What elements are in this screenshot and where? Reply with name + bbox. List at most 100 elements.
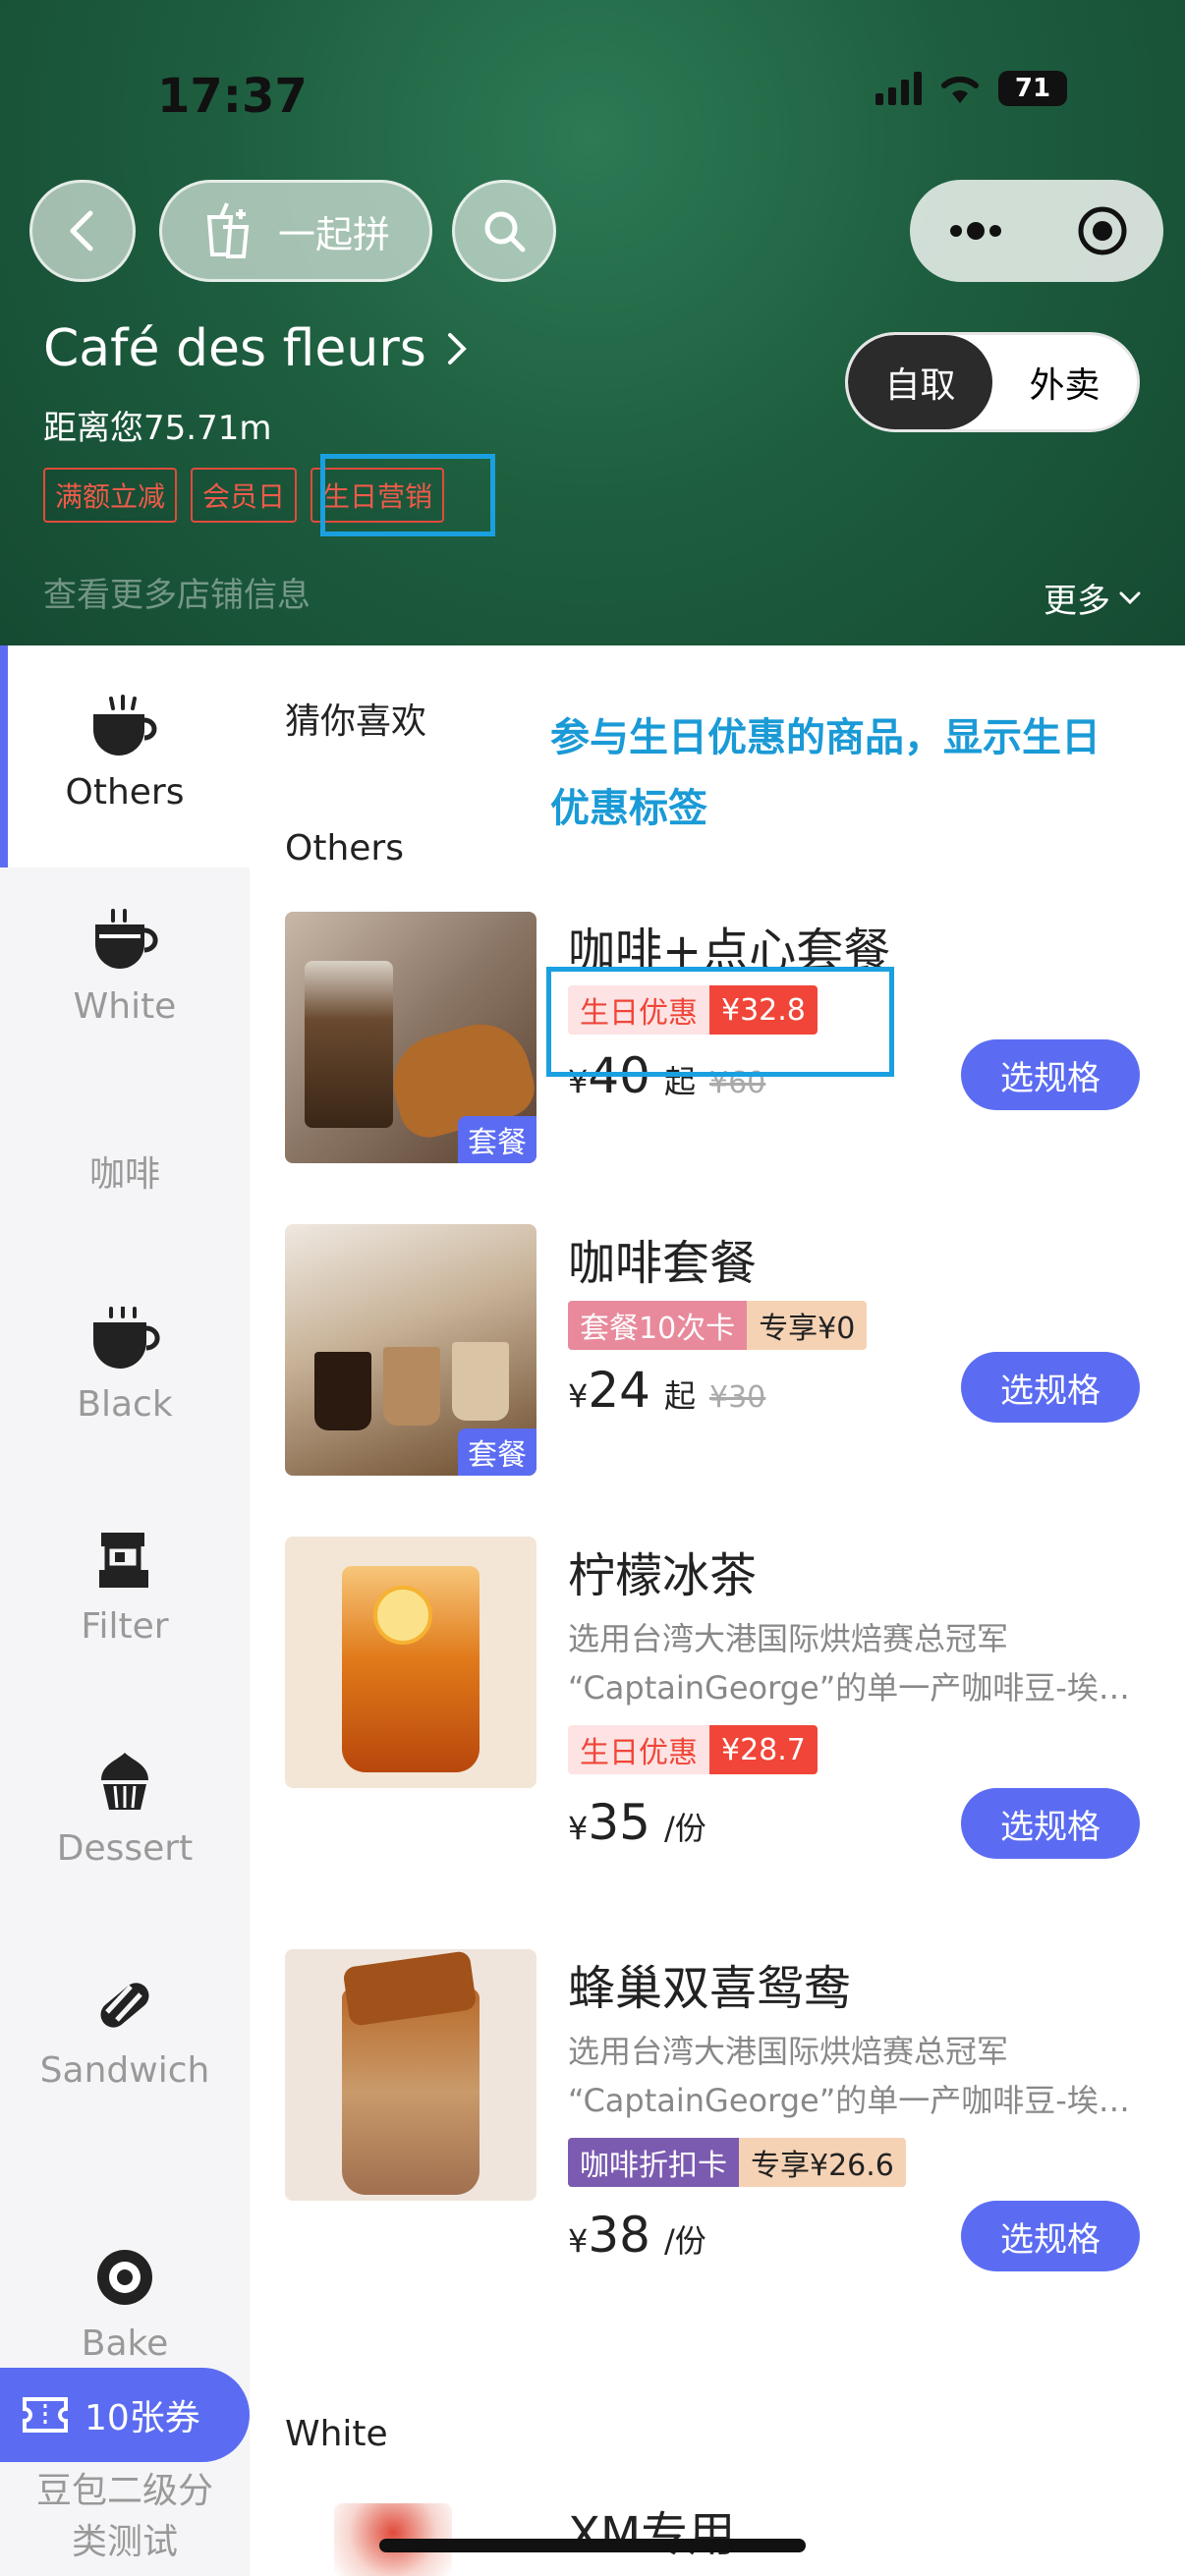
sidebar-item-label: Filter (81, 1606, 169, 1647)
original-price: ¥30 (709, 1380, 766, 1415)
promo-tag: 满额立减 (43, 468, 178, 523)
product-price: ¥ 35 /份 (568, 1794, 706, 1851)
product-price: ¥ 38 /份 (568, 2207, 706, 2264)
chevron-left-icon (70, 210, 93, 252)
ticket-icon (23, 2397, 68, 2433)
product-image[interactable]: 套餐 (285, 1224, 536, 1476)
sidebar-item-coffee[interactable]: 咖啡 (0, 1149, 250, 1201)
coupon-label: 10张券 (85, 2398, 200, 2438)
section-title-others: Others (285, 828, 404, 868)
latte-cup-icon (95, 909, 158, 969)
price-unit: /份 (663, 2222, 706, 2260)
price-currency: ¥ (568, 2222, 589, 2260)
store-name[interactable]: Café des fleurs (43, 319, 468, 378)
pickup-delivery-toggle[interactable]: 自取 外卖 (845, 332, 1140, 432)
coffee-cup-icon (93, 695, 157, 756)
back-button[interactable] (29, 180, 136, 282)
product-description: 选用台湾大港国际烘焙赛总冠军 (568, 2033, 1009, 2070)
product-description: “CaptainGeorge”的单一产咖啡豆-埃塞俄比亚 (568, 1669, 1148, 1707)
sidebar-item-label: 豆包二级分类测试 (36, 2471, 214, 2562)
sidebar-item-black[interactable]: Black (0, 1307, 250, 1430)
wifi-icon (941, 76, 979, 103)
sandwich-icon (100, 1983, 149, 2028)
select-spec-button[interactable]: 选规格 (961, 1352, 1140, 1423)
donut-icon (97, 2250, 152, 2305)
promo-tag: 会员日 (191, 468, 298, 523)
home-indicator (379, 2539, 806, 2552)
badge-label: 咖啡折扣卡 (568, 2138, 739, 2187)
product-image[interactable]: 套餐 (285, 912, 536, 1163)
filter-coffee-icon (99, 1533, 148, 1588)
store-name-text: Café des fleurs (43, 319, 426, 378)
select-spec-button[interactable]: 选规格 (961, 1039, 1140, 1110)
sidebar-item-filter[interactable]: Filter (0, 1529, 250, 1652)
product-description: “CaptainGeorge”的单一产咖啡豆-埃塞俄比亚 (568, 2082, 1148, 2119)
birthday-tag-highlight (320, 454, 495, 536)
miniapp-capsule (910, 180, 1163, 282)
product-title: XM专用 (568, 2507, 736, 2562)
sidebar-item-dessert[interactable]: Dessert (0, 1751, 250, 1875)
card-discount-badge: 咖啡折扣卡 专享¥26.6 (568, 2138, 906, 2187)
product-image-badge: 套餐 (458, 1116, 536, 1163)
pickup-option[interactable]: 自取 (848, 335, 992, 429)
sidebar-item-label: Dessert (56, 1828, 194, 1869)
battery-icon: 71 (998, 71, 1067, 106)
store-header: 17:37 71 一起拼 Café des fleurs 距离您75.71m 满… (0, 0, 1185, 645)
badge-price: ¥28.7 (709, 1725, 818, 1774)
select-spec-button[interactable]: 选规格 (961, 1788, 1140, 1859)
sidebar-item-label: Others (65, 772, 185, 812)
signal-icon (875, 72, 922, 105)
price-currency: ¥ (568, 1377, 589, 1415)
birthday-badge-highlight (546, 967, 894, 1077)
product-title: 蜂巢双喜鸳鸯 (568, 1961, 852, 2016)
product-image[interactable] (285, 1949, 536, 2201)
group-order-button[interactable]: 一起拼 (159, 180, 432, 282)
coupon-button[interactable]: 10张券 (0, 2368, 250, 2462)
sidebar-item-bake[interactable]: Bake (0, 2246, 250, 2370)
group-order-label: 一起拼 (277, 212, 390, 256)
search-icon (484, 211, 526, 252)
annotation-note: 参与生日优惠的商品，显示生日优惠标签 (550, 715, 1100, 831)
product-price: ¥ 24 起 ¥30 (568, 1362, 765, 1419)
sidebar-item-others[interactable]: Others (0, 645, 250, 868)
drinks-icon (206, 202, 250, 258)
price-unit: /份 (663, 1810, 706, 1847)
badge-price: 专享¥26.6 (739, 2138, 906, 2187)
more-label: 更多 (1044, 582, 1110, 621)
cupcake-icon (101, 1753, 148, 1810)
close-target-icon[interactable] (1077, 205, 1128, 256)
delivery-option[interactable]: 外卖 (992, 335, 1137, 429)
card-discount-badge: 套餐10次卡 专享¥0 (568, 1301, 868, 1350)
price-unit: 起 (663, 1377, 696, 1415)
price-currency: ¥ (568, 1810, 589, 1847)
product-image[interactable] (285, 1537, 536, 1788)
status-icons: 71 (875, 71, 1067, 106)
product-title: 柠檬冰茶 (568, 1548, 758, 1603)
sidebar-item-label: Bake (81, 2324, 169, 2364)
chevron-right-icon (447, 333, 467, 364)
sidebar-item-white[interactable]: White (0, 909, 250, 1033)
price-value: 24 (588, 1362, 650, 1419)
price-value: 35 (588, 1794, 650, 1851)
store-distance: 距离您75.71m (43, 409, 272, 448)
sidebar-item-label: Sandwich (39, 2050, 210, 2091)
more-store-info-link[interactable]: 查看更多店铺信息 (43, 568, 310, 616)
badge-label: 生日优惠 (568, 1725, 709, 1774)
sidebar-item-sandwich[interactable]: Sandwich (0, 1973, 250, 2097)
product-image-badge: 套餐 (458, 1428, 536, 1476)
sidebar-item-label: White (73, 986, 177, 1027)
price-value: 38 (588, 2207, 650, 2264)
search-button[interactable] (452, 180, 556, 282)
birthday-discount-badge: 生日优惠 ¥28.7 (568, 1725, 818, 1774)
more-button[interactable]: 更多 (1044, 574, 1142, 622)
product-card[interactable]: 蜂巢双喜鸳鸯 选用台湾大港国际烘焙赛总冠军 “CaptainGeorge”的单一… (285, 1949, 1150, 2283)
product-card[interactable]: 柠檬冰茶 选用台湾大港国际烘焙赛总冠军 “CaptainGeorge”的单一产咖… (285, 1537, 1150, 1871)
more-dots-icon[interactable] (946, 221, 1005, 241)
product-card[interactable]: 套餐 咖啡套餐 套餐10次卡 专享¥0 ¥ 24 起 ¥30 选规格 (285, 1224, 1150, 1489)
section-title-white: White (285, 2414, 388, 2454)
select-spec-button[interactable]: 选规格 (961, 2201, 1140, 2271)
sidebar-item-label: Black (77, 1384, 173, 1425)
product-description: 选用台湾大港国际烘焙赛总冠军 (568, 1620, 1009, 1657)
sidebar-item-doubao[interactable]: 豆包二级分类测试 (0, 2466, 250, 2568)
badge-price: 专享¥0 (747, 1301, 868, 1350)
